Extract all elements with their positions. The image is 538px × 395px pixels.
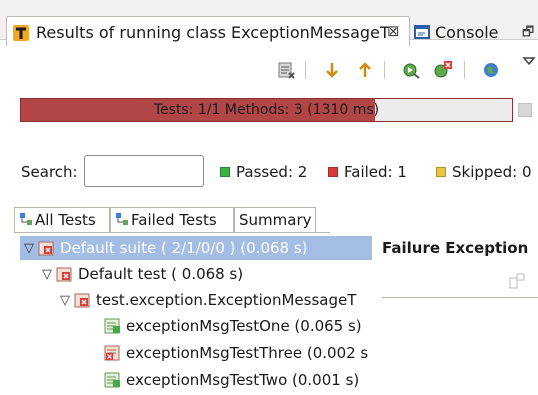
tree-row[interactable]: exceptionMsgTestOne (0.065 s) [104,314,378,338]
next-failure-icon[interactable] [322,60,342,80]
close-icon[interactable]: ⊠ [387,22,400,40]
tab-failed-tests-label: Failed Tests [131,211,217,229]
failed-count: Failed: 1 [328,163,407,181]
results-toolbar [0,52,538,88]
search-input[interactable] [84,155,204,187]
search-label: Search: [21,163,78,181]
rerun-failed-icon[interactable] [433,60,453,80]
progress-bar: Tests: 1/1 Methods: 3 (1310 ms) [20,98,513,122]
tree-icon [116,213,128,225]
progress-stop-icon[interactable] [518,103,532,117]
view-tab-bar: Results of running class ExceptionMessag… [0,0,538,46]
tab-summary[interactable]: Summary [234,207,316,233]
tree-icon [20,213,32,225]
toolbar-separator [384,61,385,79]
clear-results-icon[interactable] [276,60,296,80]
collapse-arrow-icon[interactable]: ▽ [20,241,38,256]
skipped-label: Skipped: 0 [452,163,532,181]
failed-method-icon [104,345,120,361]
tab-summary-label: Summary [239,211,312,229]
tree-row[interactable]: ▽ Default test ( 0.068 s) [38,262,243,286]
failed-test-icon [56,267,72,282]
failure-exception-title: Failure Exception [382,239,529,257]
minimize-icon[interactable]: 🗗 [522,23,534,45]
testng-icon [13,25,29,41]
skipped-count: Skipped: 0 [436,163,532,181]
toolbar-separator [464,61,465,79]
tree-label: exceptionMsgTestThree (0.002 s [126,344,369,362]
skipped-icon [436,167,446,177]
toolbar-separator [305,61,306,79]
tree-row[interactable]: ▽ test.exception.ExceptionMessageT [56,288,378,312]
failed-label: Failed: 1 [344,163,407,181]
tab-console[interactable]: Console [435,23,499,42]
failed-suite-icon [38,241,54,256]
failure-divider [382,297,538,298]
tree-row[interactable]: exceptionMsgTestTwo (0.001 s) [104,368,378,392]
rerun-icon[interactable] [401,60,421,80]
passed-label: Passed: 2 [236,163,308,181]
globe-icon[interactable] [481,60,501,80]
stack-trace-icon[interactable] [508,272,526,290]
passed-count: Passed: 2 [220,163,307,181]
tree-row[interactable]: exceptionMsgTestThree (0.002 s [104,341,372,365]
tree-label: test.exception.ExceptionMessageT [96,291,357,309]
passed-icon [220,167,230,177]
tree-label: Default test ( 0.068 s) [78,265,244,283]
tree-label: Default suite ( 2/1/0/0 ) (0.068 s) [60,239,308,257]
failed-class-icon [74,293,90,308]
tab-all-tests-label: All Tests [35,211,96,229]
collapse-arrow-icon[interactable]: ▽ [56,293,74,308]
passed-method-icon [104,318,120,334]
tab-failed-tests[interactable]: Failed Tests [110,207,234,233]
collapse-arrow-icon[interactable]: ▽ [38,267,56,282]
view-menu-icon[interactable] [522,54,536,68]
console-icon [414,25,430,39]
tree-label: exceptionMsgTestOne (0.065 s) [126,317,362,335]
passed-method-icon [104,372,120,388]
tree-row[interactable]: ▽ Default suite ( 2/1/0/0 ) (0.068 s) [20,236,372,260]
tab-results-label: Results of running class ExceptionMessag… [36,23,390,42]
progress-text: Tests: 1/1 Methods: 3 (1310 ms) [153,102,380,118]
tree-label: exceptionMsgTestTwo (0.001 s) [126,371,360,389]
tabs-underline [14,232,330,233]
previous-failure-icon[interactable] [355,60,375,80]
tab-all-tests[interactable]: All Tests [14,207,110,233]
failed-icon [328,167,338,177]
